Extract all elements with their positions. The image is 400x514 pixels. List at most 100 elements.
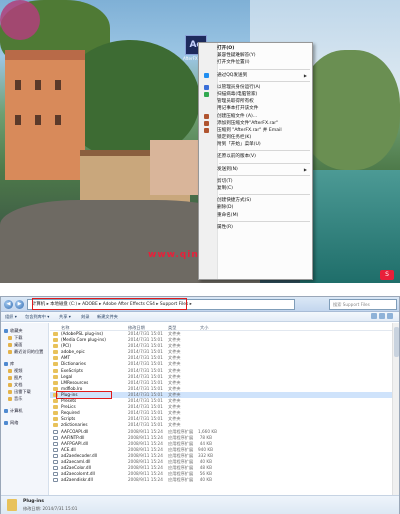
toolbar-button[interactable]: 刻录 bbox=[81, 314, 89, 320]
cell-size: 40 KB bbox=[199, 477, 212, 483]
nav-item-label: 收藏夹 bbox=[10, 328, 23, 333]
context-menu-item[interactable]: 剪切(T) bbox=[199, 178, 312, 185]
nav-item[interactable]: 音乐 bbox=[1, 395, 48, 402]
nav-item-label: 迅雷下载 bbox=[14, 389, 31, 394]
toolbar-button[interactable]: 新建文件夹 bbox=[97, 314, 118, 320]
nav-item[interactable]: 计算机 bbox=[1, 407, 48, 414]
context-menu-item[interactable]: 用记事本打开该文件 bbox=[199, 105, 312, 112]
folder-icon bbox=[8, 349, 12, 354]
forward-button[interactable]: ▶ bbox=[15, 300, 24, 309]
nav-item[interactable]: 网络 bbox=[1, 419, 48, 426]
file-icon bbox=[53, 478, 58, 483]
archive-icon bbox=[204, 120, 209, 126]
context-menu-item-label: 删除(D) bbox=[217, 205, 234, 211]
context-menu-item[interactable]: 创建压缩文件 (A)... bbox=[199, 113, 312, 120]
context-menu-item[interactable]: 以管理员身份运行(A) bbox=[199, 84, 312, 91]
help-icon[interactable] bbox=[387, 313, 393, 319]
context-menu-item[interactable]: 通过QQ发送到 ▶ bbox=[199, 72, 312, 79]
context-menu-item[interactable]: 还原以前的版本(V) bbox=[199, 153, 312, 160]
scan-icon bbox=[204, 92, 209, 98]
context-menu-item[interactable]: 重命名(M) bbox=[199, 212, 312, 219]
context-menu-item-label: 锁定到任务栏(K) bbox=[217, 135, 252, 141]
cell-date: 2008/9/11 15:24 bbox=[128, 477, 163, 483]
context-menu-item[interactable]: 复制(C) bbox=[199, 185, 312, 192]
context-menu-item-label: 属性(R) bbox=[217, 224, 233, 230]
file-icon bbox=[53, 441, 58, 446]
column-header[interactable]: 修改日期 bbox=[128, 325, 145, 331]
context-menu-item[interactable]: 扫描病毒(电脑管家) bbox=[199, 91, 312, 98]
column-header[interactable]: 名称 bbox=[61, 325, 69, 331]
context-menu-item[interactable]: 压缩到 "AfterFX.rar" 并 Email bbox=[199, 127, 312, 134]
vertical-scrollbar[interactable] bbox=[392, 323, 399, 495]
nav-item-label: 下载 bbox=[14, 335, 23, 340]
menu-separator bbox=[219, 174, 310, 176]
context-menu-item-label: 重命名(M) bbox=[217, 212, 239, 218]
nav-item-label: 文档 bbox=[14, 382, 23, 387]
folder-icon bbox=[53, 362, 58, 367]
context-menu-item-label: 发送到(N) bbox=[217, 166, 238, 172]
context-menu-item-label: 附到「开始」菜单(U) bbox=[217, 142, 261, 148]
back-button[interactable]: ◀ bbox=[4, 300, 13, 309]
nav-item-label: 最近访问的位置 bbox=[14, 349, 44, 354]
folder-icon bbox=[53, 332, 58, 336]
toolbar-button[interactable]: 组织 ▾ bbox=[5, 314, 17, 320]
explorer-address-bar-row: ◀ ▶ 计算机 ▸ 本地磁盘 (C:) ▸ ADOBE ▸ Adobe Afte… bbox=[1, 297, 399, 312]
folder-icon bbox=[53, 411, 58, 416]
context-menu-item[interactable]: 锁定到任务栏(K) bbox=[199, 134, 312, 141]
folder-icon bbox=[7, 499, 17, 511]
context-menu-item[interactable]: 属性(R) bbox=[199, 224, 312, 231]
wallpaper-window bbox=[35, 80, 41, 90]
archive-icon bbox=[204, 113, 209, 119]
toolbar-button[interactable]: 包含到库中 ▾ bbox=[25, 314, 49, 320]
nav-item[interactable]: 文档 bbox=[1, 381, 48, 388]
context-menu-item[interactable]: 发送到(N) ▶ bbox=[199, 166, 312, 173]
menu-separator bbox=[219, 68, 310, 70]
wallpaper-window bbox=[15, 115, 21, 125]
context-menu-item[interactable]: 附到「开始」菜单(U) bbox=[199, 141, 312, 148]
view-options[interactable] bbox=[369, 313, 395, 320]
context-menu-item-label: 管理员取得所有权 bbox=[217, 99, 254, 105]
nav-item[interactable]: 收藏夹 bbox=[1, 327, 48, 334]
context-menu-item[interactable]: 兼容性疑难解答(Y) bbox=[199, 52, 312, 59]
location-icon bbox=[4, 328, 8, 333]
context-menu-item[interactable]: 添加到压缩文件"AfterFX.rar" bbox=[199, 120, 312, 127]
context-menu-item-label: 还原以前的版本(V) bbox=[217, 154, 256, 160]
nav-item-label: 视频 bbox=[14, 368, 23, 373]
nav-item[interactable]: 最近访问的位置 bbox=[1, 348, 48, 355]
column-header[interactable]: 类型 bbox=[168, 325, 176, 331]
context-menu-item[interactable]: 创建快捷方式(S) bbox=[199, 197, 312, 204]
folder-icon bbox=[53, 423, 58, 428]
folder-icon bbox=[53, 405, 58, 410]
search-input[interactable]: 搜索 Support Files bbox=[329, 299, 397, 310]
nav-item[interactable]: 下载 bbox=[1, 334, 48, 341]
context-menu-item[interactable]: 管理员取得所有权 bbox=[199, 98, 312, 105]
column-headers: 名称 修改日期 类型 大小 bbox=[50, 323, 393, 331]
location-icon bbox=[4, 408, 8, 413]
shield-icon bbox=[204, 84, 209, 90]
context-menu-item[interactable]: 打开(O) bbox=[199, 45, 312, 52]
nav-item[interactable]: 迅雷下载 bbox=[1, 388, 48, 395]
folder-icon bbox=[53, 399, 58, 404]
nav-item[interactable]: 桌面 bbox=[1, 341, 48, 348]
nav-item[interactable]: 视频 bbox=[1, 367, 48, 374]
selected-item-name: Plug-ins bbox=[23, 499, 44, 504]
nav-item[interactable]: 库 bbox=[1, 360, 48, 367]
file-icon bbox=[53, 429, 58, 434]
toolbar-button[interactable]: 共享 ▾ bbox=[59, 314, 71, 320]
folder-icon bbox=[53, 374, 58, 379]
table-row[interactable]: ad2aendiskr.dll 2008/9/11 15:24 应用程序扩展 40 K… bbox=[50, 477, 393, 483]
file-list: 名称 修改日期 类型 大小 (AdobePSL plug-ins) 2014/7/31 … bbox=[50, 323, 393, 495]
menu-separator bbox=[219, 162, 310, 164]
view-icon[interactable] bbox=[371, 313, 377, 319]
context-menu-item[interactable]: 删除(D) bbox=[199, 204, 312, 211]
wallpaper-tree bbox=[300, 50, 400, 170]
context-menu-item-label: 创建压缩文件 (A)... bbox=[217, 113, 258, 119]
address-highlight-box bbox=[32, 298, 187, 310]
context-menu-item[interactable]: 打开文件位置(I) bbox=[199, 59, 312, 66]
file-icon bbox=[53, 466, 58, 471]
column-header[interactable]: 大小 bbox=[200, 325, 208, 331]
nav-item[interactable]: 图片 bbox=[1, 374, 48, 381]
preview-pane-icon[interactable] bbox=[379, 313, 385, 319]
scrollbar-thumb[interactable] bbox=[394, 327, 399, 357]
cell-type: 应用程序扩展 bbox=[168, 477, 194, 483]
